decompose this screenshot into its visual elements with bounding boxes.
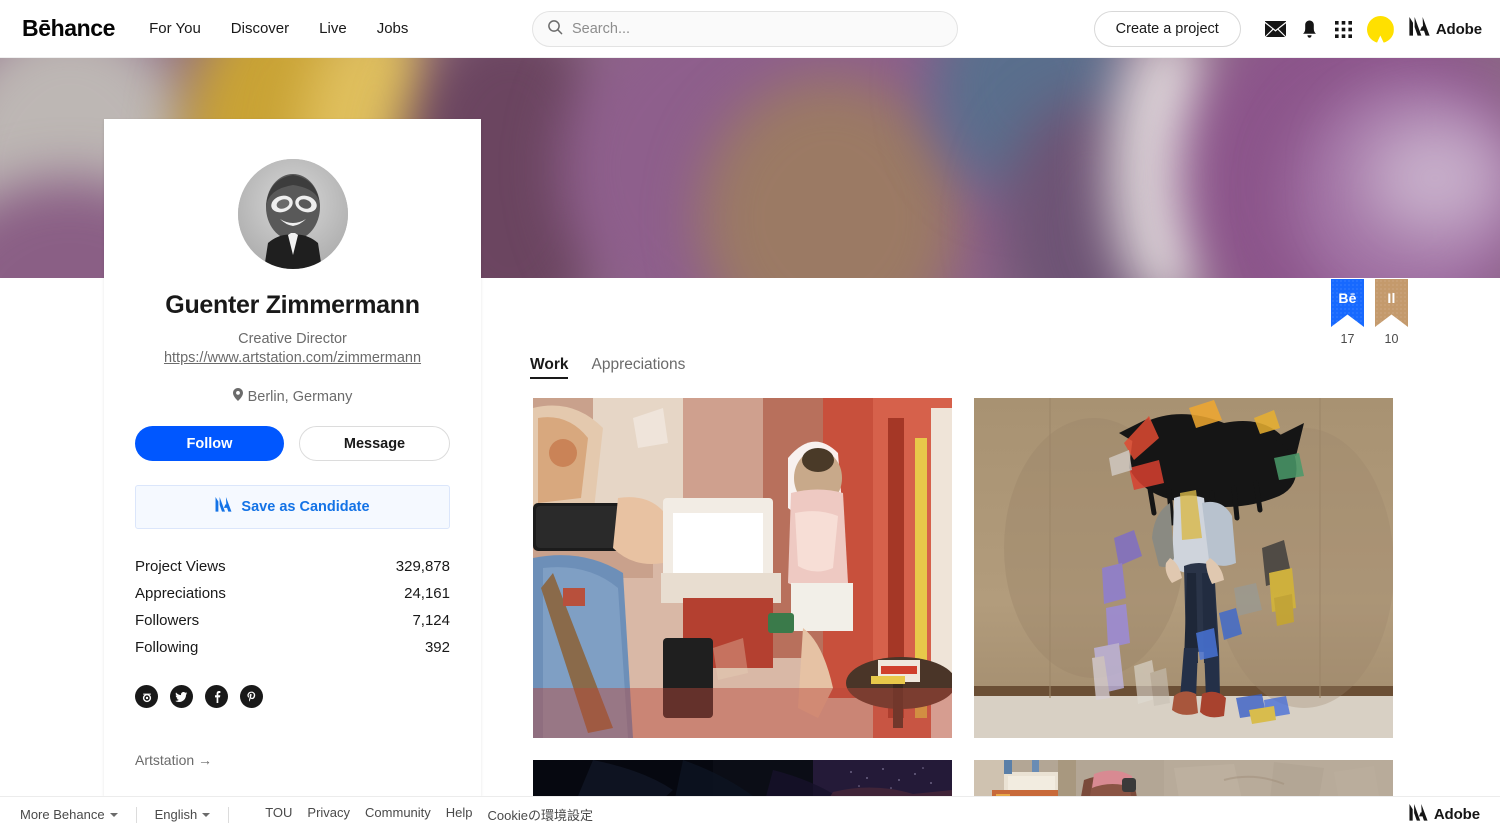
tab-appreciations[interactable]: Appreciations: [591, 356, 685, 377]
footer-divider: [228, 806, 230, 823]
behance-ribbon-badge-group: Bē 17: [1331, 279, 1364, 346]
adobe-logo-icon: [1409, 17, 1430, 41]
chevron-down-icon: [109, 812, 118, 817]
chevron-down-icon: [202, 812, 211, 817]
search-bar[interactable]: [532, 11, 958, 47]
stat-row-appreciations: Appreciations 24,161: [135, 580, 450, 607]
tab-work[interactable]: Work: [530, 356, 569, 379]
profile-stats: Project Views 329,878 Appreciations 24,1…: [135, 553, 450, 661]
search-input[interactable]: [572, 21, 943, 37]
project-card-2[interactable]: [974, 398, 1393, 738]
profile-website-link[interactable]: https://www.artstation.com/zimmermann: [164, 350, 421, 366]
adobe-label: Adobe: [1435, 20, 1482, 38]
stat-value: 329,878: [395, 558, 450, 575]
location-pin-icon: [232, 388, 243, 405]
create-project-button[interactable]: Create a project: [1093, 11, 1241, 47]
instagram-icon[interactable]: [135, 685, 158, 708]
achievement-ribbons: Bē 17 Il 10: [1331, 279, 1408, 346]
stat-value: 7,124: [412, 612, 450, 629]
footer-adobe-brand[interactable]: Adobe: [1409, 803, 1480, 826]
adobe-brand[interactable]: Adobe: [1409, 17, 1482, 41]
adobe-logo-icon: [215, 497, 232, 517]
profile-location: Berlin, Germany: [135, 388, 450, 405]
stat-row-followers: Followers 7,124: [135, 607, 450, 634]
nav-item-for-you[interactable]: For You: [149, 20, 201, 37]
more-behance-label: More Behance: [20, 807, 105, 822]
illustrator-ribbon-badge[interactable]: Il: [1375, 279, 1408, 327]
social-links: [135, 685, 450, 708]
profile-main-content: Bē 17 Il 10 Work Appreciations: [482, 278, 1500, 808]
main-navigation: For You Discover Live Jobs: [149, 20, 408, 37]
nav-item-discover[interactable]: Discover: [231, 20, 289, 37]
user-avatar[interactable]: [1366, 15, 1394, 43]
save-as-candidate-button[interactable]: Save as Candidate: [135, 485, 450, 529]
profile-title: Creative Director: [238, 331, 347, 347]
stat-label: Appreciations: [135, 585, 226, 602]
bell-icon[interactable]: [1293, 12, 1327, 46]
footer-links: TOU Privacy Community Help Cookieの環境設定: [265, 805, 593, 824]
footer-link-community[interactable]: Community: [365, 805, 431, 824]
language-label: English: [154, 807, 198, 822]
illustrator-ribbon-glyph: Il: [1387, 290, 1396, 306]
project-card-1[interactable]: [533, 398, 952, 738]
language-dropdown[interactable]: English: [155, 807, 211, 822]
content-tabs: Work Appreciations: [530, 356, 685, 379]
stat-label: Project Views: [135, 558, 226, 575]
stat-label: Followers: [135, 612, 200, 629]
footer-link-privacy[interactable]: Privacy: [307, 805, 350, 824]
footer-link-cookie-settings[interactable]: Cookieの環境設定: [488, 805, 593, 824]
behance-ribbon-glyph: Bē: [1338, 290, 1357, 306]
search-icon: [547, 19, 563, 40]
footer-link-help[interactable]: Help: [446, 805, 473, 824]
follow-button[interactable]: Follow: [135, 426, 284, 461]
footer-link-tou[interactable]: TOU: [265, 805, 292, 824]
site-header: Bēhance For You Discover Live Jobs Creat…: [0, 0, 1500, 58]
profile-card: Guenter Zimmermann Creative Director htt…: [104, 119, 481, 796]
mail-icon[interactable]: [1259, 12, 1293, 46]
facebook-icon[interactable]: [205, 685, 228, 708]
adobe-logo-icon: [1409, 803, 1428, 826]
behance-ribbon-count: 17: [1340, 332, 1355, 346]
profile-avatar[interactable]: [237, 159, 348, 269]
apps-grid-icon[interactable]: [1327, 12, 1361, 46]
nav-item-live[interactable]: Live: [319, 20, 347, 37]
stat-row-project-views: Project Views 329,878: [135, 553, 450, 580]
behance-ribbon-badge[interactable]: Bē: [1331, 279, 1364, 327]
profile-action-buttons: Follow Message: [135, 426, 450, 461]
behance-logo[interactable]: Bēhance: [22, 15, 115, 42]
pinterest-icon[interactable]: [240, 685, 263, 708]
header-actions: Create a project Adobe: [1093, 0, 1482, 58]
footer-adobe-label: Adobe: [1433, 806, 1480, 823]
project-grid: [533, 398, 1453, 808]
site-footer: More Behance English TOU Privacy Communi…: [0, 796, 1500, 832]
external-profile-link[interactable]: Artstation →: [135, 752, 450, 768]
nav-item-jobs[interactable]: Jobs: [377, 20, 409, 37]
illustrator-ribbon-count: 10: [1384, 332, 1399, 346]
message-button[interactable]: Message: [299, 426, 450, 461]
stat-value: 24,161: [404, 585, 450, 602]
behance-profile-page: Bēhance For You Discover Live Jobs Creat…: [0, 0, 1500, 832]
profile-location-label: Berlin, Germany: [247, 388, 353, 405]
save-as-candidate-label: Save as Candidate: [241, 499, 370, 515]
illustrator-ribbon-badge-group: Il 10: [1375, 279, 1408, 346]
twitter-icon[interactable]: [170, 685, 193, 708]
stat-value: 392: [424, 639, 450, 656]
more-behance-dropdown[interactable]: More Behance: [20, 807, 118, 822]
footer-divider: [135, 806, 137, 823]
stat-row-following: Following 392: [135, 634, 450, 661]
stat-label: Following: [135, 639, 199, 656]
profile-name: Guenter Zimmermann: [165, 291, 420, 319]
